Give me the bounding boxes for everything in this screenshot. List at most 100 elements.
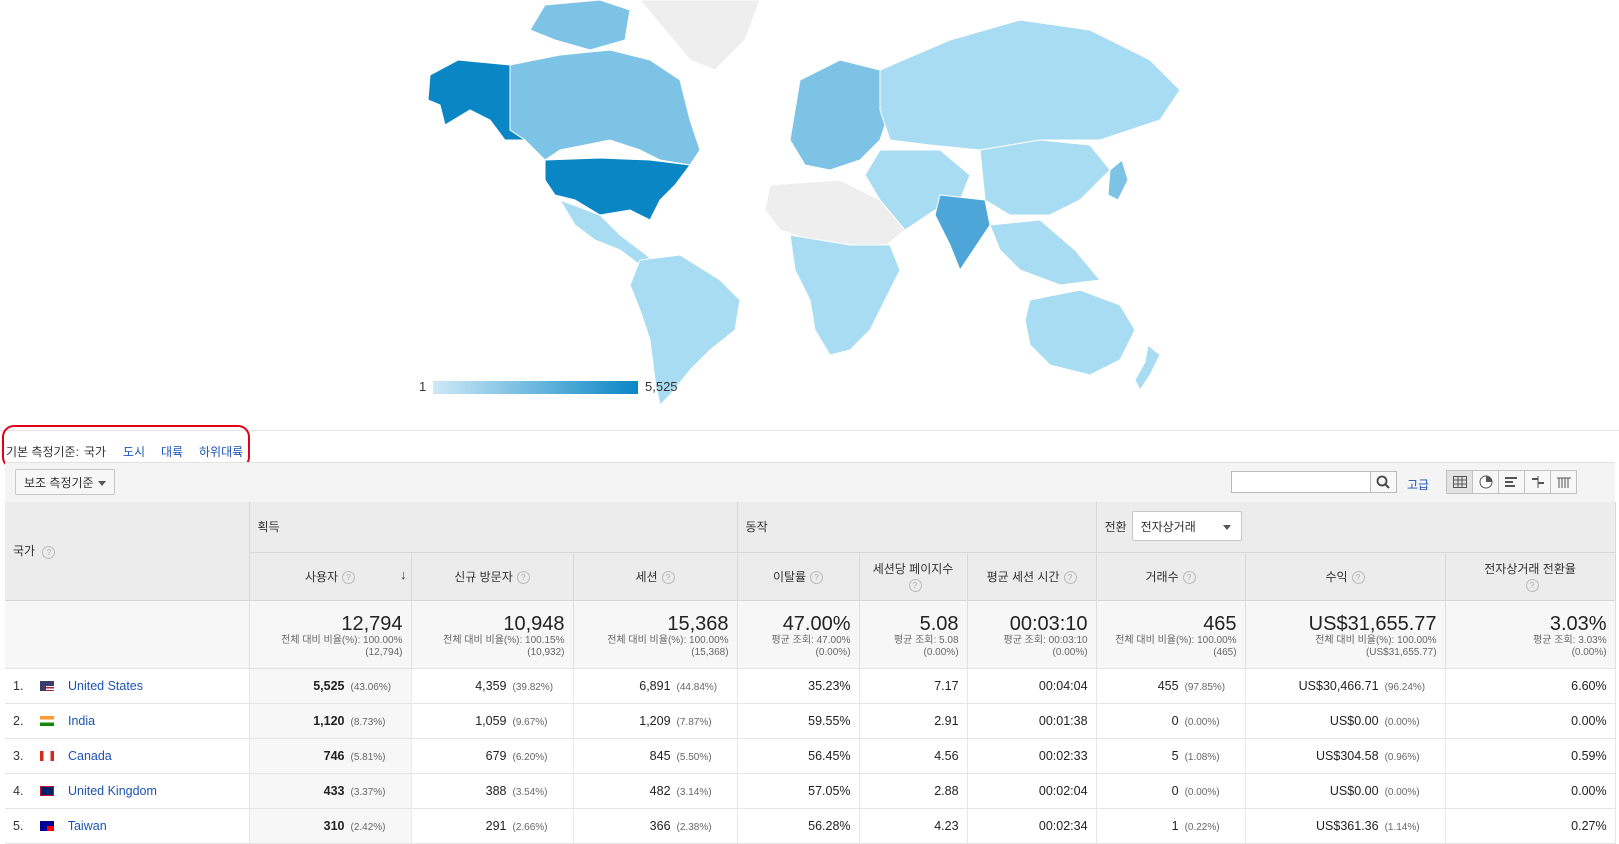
- col-header-pages-per-session[interactable]: 세션당 페이지수?: [859, 552, 968, 601]
- users-cell: 5,525 (43.06%): [249, 668, 412, 704]
- help-icon[interactable]: ?: [1182, 570, 1196, 584]
- table-row: 1. United States 5,525 (43.06%) 4,359 (39.…: [5, 668, 1616, 704]
- totals-row: 12,794 전체 대비 비율(%): 100.00% (12,794) 10,94…: [5, 600, 1616, 669]
- group-acquisition-label: 획득: [257, 520, 280, 535]
- sessions-cell: 845 (5.50%): [573, 738, 738, 774]
- total-value: US$31,655.77: [1308, 612, 1437, 635]
- new-users-value: 1,059: [475, 713, 507, 728]
- country-link[interactable]: Taiwan: [68, 819, 107, 833]
- country-cell: 4. United Kingdom: [5, 773, 250, 809]
- col-header-users[interactable]: 사용자? ↓: [249, 552, 412, 601]
- new-users-value: 291: [485, 818, 507, 833]
- world-map[interactable]: [0, 0, 1619, 418]
- col-header-bounce-rate-label: 이탈률: [772, 569, 807, 584]
- report-table: 국가 ? 획득 동작 전환 전자상거래 사용자? ↓ 신규 방문자? 세션? 이탈…: [5, 502, 1616, 844]
- col-header-avg-session-duration[interactable]: 평균 세션 시간?: [967, 552, 1097, 601]
- view-bar-button[interactable]: [1498, 470, 1525, 494]
- group-behavior-label: 동작: [745, 520, 768, 535]
- table-search-input[interactable]: [1231, 471, 1371, 493]
- conversion-type-dropdown[interactable]: 전자상거래: [1131, 511, 1242, 541]
- bounce-rate-cell: 56.28%: [737, 808, 860, 844]
- secondary-dimension-dropdown[interactable]: 보조 측정기준: [15, 469, 115, 495]
- help-icon[interactable]: ?: [810, 570, 824, 584]
- conversion-rate-value: 6.60%: [1571, 678, 1607, 693]
- table-row: 5. Taiwan 310 (2.42%) 291 (2.66%) 366 (2.38…: [5, 808, 1616, 844]
- help-icon[interactable]: ?: [1063, 570, 1077, 584]
- users-pct: (2.42%): [350, 821, 386, 833]
- help-icon[interactable]: ?: [342, 570, 356, 584]
- map-region-australia[interactable]: [1024, 289, 1136, 376]
- col-header-avg-session-duration-label: 평균 세션 시간: [986, 569, 1060, 584]
- map-region-europe[interactable]: [789, 59, 891, 171]
- country-cell: 5. Taiwan: [5, 808, 250, 844]
- search-button[interactable]: [1371, 471, 1397, 493]
- table-body: 1. United States 5,525 (43.06%) 4,359 (39.…: [5, 668, 1616, 844]
- sort-desc-icon[interactable]: ↓: [400, 567, 407, 582]
- total-sub: (0.00%): [1571, 646, 1607, 658]
- geo-map[interactable]: 1 5,525: [0, 0, 1619, 418]
- transactions-cell: 0 (0.00%): [1096, 773, 1246, 809]
- total-cell: 5.08 평균 조회: 5.08 (0.00%): [859, 600, 968, 669]
- col-header-transactions[interactable]: 거래수?: [1096, 552, 1246, 601]
- total-cell: US$31,655.77 전체 대비 비율(%): 100.00% (US$31,6…: [1245, 600, 1446, 669]
- map-region-canada[interactable]: [509, 49, 701, 166]
- pages-per-session-cell: 7.17: [859, 668, 968, 704]
- revenue-pct: (0.00%): [1384, 716, 1420, 728]
- pages-per-session-cell: 4.56: [859, 738, 968, 774]
- help-icon[interactable]: ?: [908, 578, 922, 592]
- help-icon[interactable]: ?: [42, 545, 56, 559]
- col-header-users-label: 사용자: [304, 569, 339, 584]
- bounce-rate-cell: 35.23%: [737, 668, 860, 704]
- col-header-sessions[interactable]: 세션?: [573, 552, 738, 601]
- country-link[interactable]: United States: [68, 679, 143, 693]
- col-header-revenue[interactable]: 수익?: [1245, 552, 1446, 601]
- view-table-button[interactable]: [1446, 470, 1473, 494]
- users-value: 433: [323, 783, 345, 798]
- map-legend-gradient: [433, 381, 638, 394]
- primary-dimension-city[interactable]: 도시: [123, 443, 145, 460]
- country-link[interactable]: Canada: [68, 749, 112, 763]
- flag-tw-icon: [40, 821, 55, 832]
- help-icon[interactable]: ?: [661, 570, 675, 584]
- transactions-value: 0: [1171, 713, 1179, 728]
- country-link[interactable]: India: [68, 714, 95, 728]
- map-region-new-zealand[interactable]: [1134, 344, 1161, 391]
- new-users-value: 679: [485, 748, 507, 763]
- help-icon[interactable]: ?: [516, 570, 530, 584]
- view-pie-button[interactable]: [1472, 470, 1499, 494]
- total-sub: 전체 대비 비율(%): 100.00%: [281, 634, 403, 646]
- col-header-new-users-label: 신규 방문자: [454, 569, 513, 584]
- conversion-rate-value: 0.00%: [1571, 783, 1607, 798]
- help-icon[interactable]: ?: [1351, 570, 1365, 584]
- country-link[interactable]: United Kingdom: [68, 784, 157, 798]
- map-region-japan[interactable]: [1107, 159, 1129, 201]
- map-region-india[interactable]: [934, 194, 991, 272]
- view-pivot-button[interactable]: [1550, 470, 1577, 494]
- view-comparison-button[interactable]: [1524, 470, 1551, 494]
- avg-duration-value: 00:01:38: [1038, 713, 1088, 728]
- users-pct: (3.37%): [350, 786, 386, 798]
- map-region-canada-arctic[interactable]: [529, 0, 631, 51]
- primary-dimension-continent[interactable]: 대륙: [161, 443, 183, 460]
- map-region-africa[interactable]: [789, 234, 901, 356]
- flag-us-icon: [40, 681, 55, 692]
- col-header-bounce-rate[interactable]: 이탈률?: [737, 552, 860, 601]
- col-header-new-users[interactable]: 신규 방문자?: [411, 552, 574, 601]
- map-region-russia[interactable]: [879, 19, 1181, 151]
- dimension-header[interactable]: 국가 ?: [5, 502, 250, 601]
- bounce-rate-value: 35.23%: [808, 678, 851, 693]
- new-users-value: 388: [485, 783, 507, 798]
- total-cell: 15,368 전체 대비 비율(%): 100.00% (15,368): [573, 600, 738, 669]
- map-region-southeast-asia[interactable]: [989, 219, 1101, 286]
- help-icon[interactable]: ?: [1525, 578, 1539, 592]
- advanced-filter-link[interactable]: 고급: [1407, 476, 1429, 493]
- total-cell: 3.03% 평균 조회: 3.03% (0.00%): [1445, 600, 1616, 669]
- sessions-cell: 482 (3.14%): [573, 773, 738, 809]
- revenue-value: US$30,466.71: [1298, 678, 1379, 693]
- primary-dimension-subcontinent[interactable]: 하위대륙: [199, 443, 243, 460]
- col-header-ecommerce-conversion-rate[interactable]: 전자상거래 전환율?: [1445, 552, 1616, 601]
- total-value: 465: [1203, 612, 1237, 635]
- users-pct: (8.73%): [350, 716, 386, 728]
- map-region-greenland[interactable]: [639, 0, 761, 71]
- map-region-china[interactable]: [979, 139, 1111, 216]
